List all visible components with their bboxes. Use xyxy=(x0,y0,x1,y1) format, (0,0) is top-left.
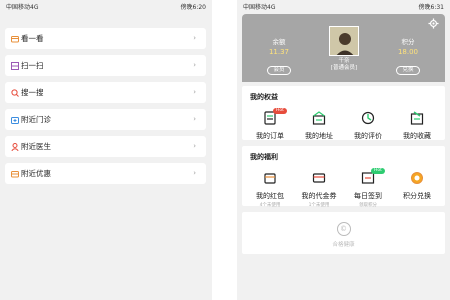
cell-label: 我的收藏 xyxy=(403,132,431,140)
menu-item-search[interactable]: 搜一搜 › xyxy=(5,82,206,103)
left-screen: 中国移动4G 傍晚6:20 看一看 › 扫一扫 › 搜一搜 › 附近门诊 › 附… xyxy=(0,0,212,300)
username: 千奈 [普通会员] xyxy=(312,58,376,72)
cell-label: 我的红包 xyxy=(256,192,284,200)
profile-header: 余额 11.37 会员 千奈 [普通会员] 积分 18.00 兑换 xyxy=(242,14,445,82)
username-text: 千奈 xyxy=(338,58,350,64)
status-bar: 中国移动4G 傍晚6:31 xyxy=(237,0,450,12)
carrier-label: 中国移动4G xyxy=(6,3,39,11)
balance-block: 余额 11.37 会员 xyxy=(254,36,304,75)
carrier-label: 中国移动4G xyxy=(243,3,276,11)
cell-label: 我的代金券 xyxy=(301,192,337,200)
member-level: [普通会员] xyxy=(330,65,358,71)
menu-item-look[interactable]: 看一看 › xyxy=(5,28,206,49)
menu-list: 看一看 › 扫一扫 › 搜一搜 › 附近门诊 › 附近医生 › 附近优惠 › xyxy=(5,28,206,190)
cell-label: 我的评价 xyxy=(354,132,382,140)
status-bar: 中国移动4G 傍晚6:20 xyxy=(0,0,212,12)
cell-label: 我的地址 xyxy=(305,132,333,140)
my-address-item[interactable]: 我的地址 xyxy=(295,110,343,141)
chevron-right-icon: › xyxy=(193,34,196,42)
chevron-right-icon: › xyxy=(193,142,196,150)
my-reviews-item[interactable]: 我的评价 xyxy=(344,110,392,141)
hot-badge: Hot xyxy=(273,108,287,114)
red-packet-icon xyxy=(264,173,276,184)
menu-item-scan[interactable]: 扫一扫 › xyxy=(5,55,206,76)
menu-item-nearby-doctor[interactable]: 附近医生 › xyxy=(5,136,206,157)
welfare-card: 我的福利 我的红包 4个未使用 我的代金券 1个未使用 Hot 每日签到 领取积… xyxy=(242,146,445,208)
search-icon xyxy=(11,88,19,97)
gear-icon[interactable] xyxy=(428,18,439,29)
wallet-icon xyxy=(11,35,19,43)
address-icon xyxy=(312,111,326,125)
footer-card: © 合格健康 xyxy=(242,212,445,254)
favorite-icon xyxy=(410,111,424,125)
cell-label: 每日签到 xyxy=(354,192,382,200)
cell-label: 我的订单 xyxy=(256,132,284,140)
exchange-button[interactable]: 兑换 xyxy=(396,66,420,75)
cell-sublabel: 1个未使用 xyxy=(308,203,330,208)
review-icon xyxy=(361,111,375,125)
balance-value: 11.37 xyxy=(268,48,290,56)
cell-sublabel: 领取积分 xyxy=(359,203,377,208)
menu-item-label: 附近医生 xyxy=(21,142,51,151)
rights-title: 我的权益 xyxy=(250,93,278,101)
time-label: 傍晚6:20 xyxy=(180,3,206,11)
clinic-icon xyxy=(11,116,19,124)
balance-label: 余额 xyxy=(272,38,286,46)
copyright-icon: © xyxy=(336,222,351,236)
chevron-right-icon: › xyxy=(193,115,196,123)
scan-icon xyxy=(11,61,19,70)
menu-item-label: 附近优惠 xyxy=(21,169,51,178)
footer-text: 合格健康 xyxy=(332,242,355,248)
rights-card: 我的权益 Hot 我的订单 我的地址 我的评价 我的收藏 xyxy=(242,86,445,140)
my-orders-item[interactable]: Hot 我的订单 xyxy=(246,108,294,141)
daily-checkin-item[interactable]: Hot 每日签到 领取积分 xyxy=(344,168,392,208)
points-exchange-item[interactable]: 积分兑换 xyxy=(393,170,441,208)
chevron-right-icon: › xyxy=(193,61,196,69)
cell-sublabel: 4个未使用 xyxy=(259,203,281,208)
menu-item-label: 扫一扫 xyxy=(21,61,44,70)
points-exchange-icon xyxy=(411,172,423,184)
menu-item-label: 附近门诊 xyxy=(21,115,51,124)
points-block: 积分 18.00 兑换 xyxy=(383,36,433,75)
coupon-icon xyxy=(11,170,19,178)
chevron-right-icon: › xyxy=(193,88,196,96)
menu-item-nearby-clinic[interactable]: 附近门诊 › xyxy=(5,109,206,130)
doctor-icon xyxy=(11,142,19,151)
member-button[interactable]: 会员 xyxy=(267,66,291,75)
menu-item-label: 看一看 xyxy=(21,34,44,43)
points-value: 18.00 xyxy=(397,48,419,56)
cell-label: 积分兑换 xyxy=(403,192,431,200)
avatar[interactable] xyxy=(329,26,359,56)
menu-item-nearby-offers[interactable]: 附近优惠 › xyxy=(5,163,206,184)
welfare-title: 我的福利 xyxy=(250,153,278,161)
hot-badge: Hot xyxy=(371,168,385,174)
chevron-right-icon: › xyxy=(193,169,196,177)
menu-item-label: 搜一搜 xyxy=(21,88,44,97)
points-label: 积分 xyxy=(401,38,415,46)
voucher-item[interactable]: 我的代金券 1个未使用 xyxy=(295,170,343,208)
my-favorites-item[interactable]: 我的收藏 xyxy=(393,110,441,141)
right-screen: 中国移动4G 傍晚6:31 余额 11.37 会员 千奈 [普通会员] 积分 1… xyxy=(237,0,450,300)
red-packet-item[interactable]: 我的红包 4个未使用 xyxy=(246,170,294,208)
voucher-icon xyxy=(312,173,326,183)
time-label: 傍晚6:31 xyxy=(418,3,444,11)
